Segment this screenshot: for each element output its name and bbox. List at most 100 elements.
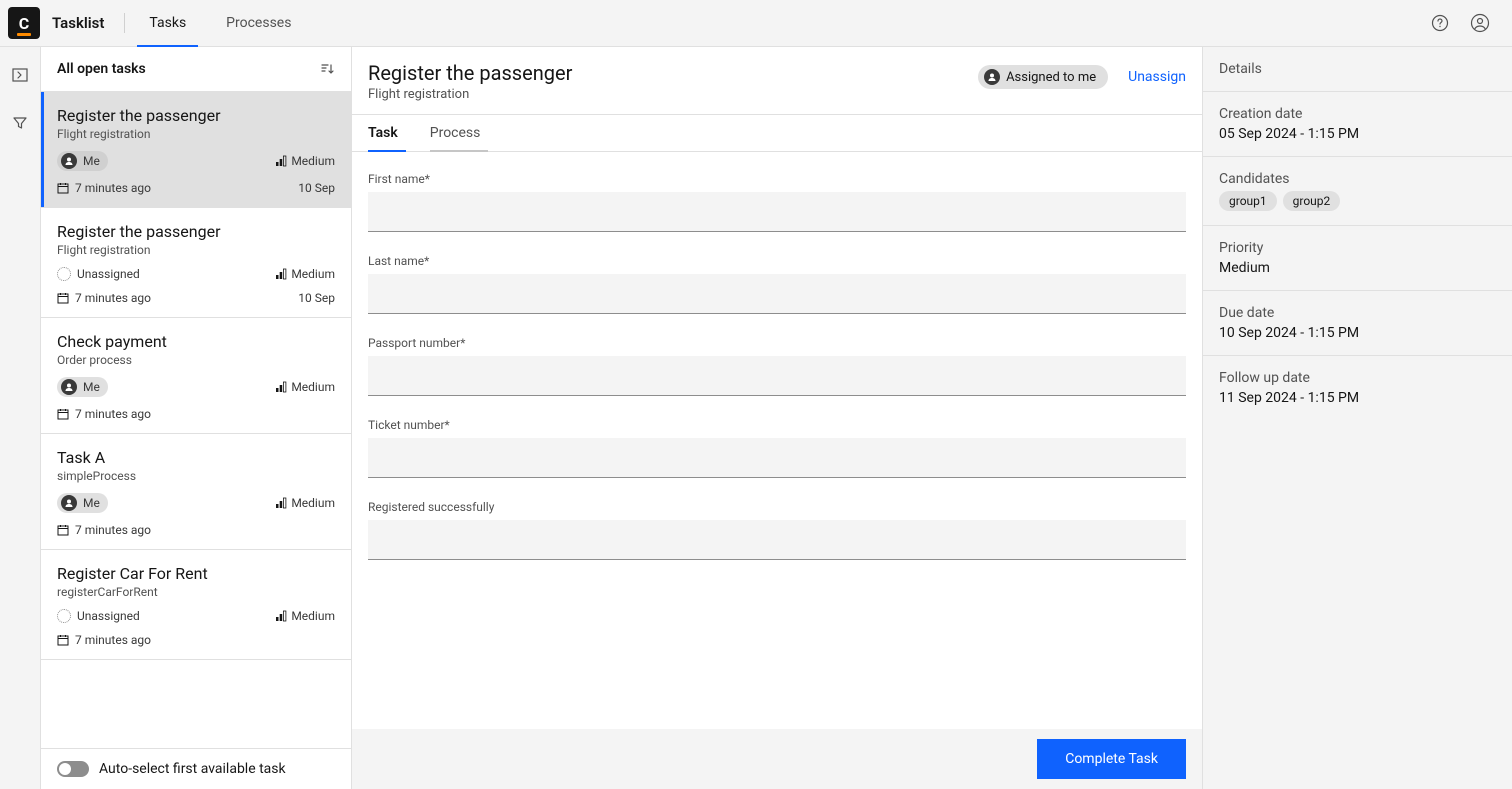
complete-task-button[interactable]: Complete Task (1037, 739, 1186, 779)
task-item-subtitle: Flight registration (57, 127, 335, 141)
task-list-item[interactable]: Register the passenger Flight registrati… (41, 92, 351, 208)
priority-label: Medium (291, 496, 335, 510)
task-subtitle: Flight registration (368, 87, 572, 102)
registered-label: Registered successfully (368, 500, 1186, 514)
app-name: Tasklist (52, 14, 104, 32)
unassigned-icon (57, 609, 71, 623)
due-date-value: 10 Sep 2024 - 1:15 PM (1219, 325, 1496, 341)
autoselect-label: Auto-select first available task (99, 761, 286, 777)
passport-input[interactable] (368, 356, 1186, 396)
bars-icon (275, 268, 287, 280)
candidates-label: Candidates (1219, 171, 1496, 187)
task-item-assignee: Me (57, 151, 108, 171)
first-name-label: First name* (368, 172, 1186, 186)
task-item-subtitle: Flight registration (57, 243, 335, 257)
user-icon (61, 153, 77, 169)
task-item-priority: Medium (275, 609, 335, 623)
creation-date-value: 05 Sep 2024 - 1:15 PM (1219, 126, 1496, 142)
user-icon (61, 379, 77, 395)
assignee-label: Me (83, 496, 100, 510)
calendar-icon (57, 634, 69, 646)
calendar-icon (57, 182, 69, 194)
task-list-panel: All open tasks Register the passenger Fl… (40, 47, 352, 789)
first-name-input[interactable] (368, 192, 1186, 232)
left-rail (0, 47, 40, 789)
task-item-time: 7 minutes ago (57, 407, 151, 421)
bars-icon (275, 610, 287, 622)
task-item-assignee: Me (57, 377, 108, 397)
user-menu-icon[interactable] (1464, 7, 1496, 39)
task-list-item[interactable]: Check payment Order process Me Medium (41, 318, 351, 434)
autoselect-toggle[interactable] (57, 761, 89, 777)
bars-icon (275, 497, 287, 509)
unassign-link[interactable]: Unassign (1128, 69, 1186, 85)
task-item-assignee: Me (57, 493, 108, 513)
task-item-subtitle: registerCarForRent (57, 585, 335, 599)
candidate-chip: group2 (1283, 191, 1341, 211)
task-item-time: 7 minutes ago (57, 523, 151, 537)
task-item-title: Register Car For Rent (57, 564, 335, 583)
time-label: 7 minutes ago (75, 633, 151, 647)
sort-icon[interactable] (319, 61, 335, 77)
task-item-subtitle: simpleProcess (57, 469, 335, 483)
bars-icon (275, 155, 287, 167)
time-label: 7 minutes ago (75, 181, 151, 195)
task-list-item[interactable]: Register the passenger Flight registrati… (41, 208, 351, 318)
ticket-input[interactable] (368, 438, 1186, 478)
priority-label: Medium (291, 154, 335, 168)
registered-input[interactable] (368, 520, 1186, 560)
task-item-title: Register the passenger (57, 106, 335, 125)
task-item-title: Check payment (57, 332, 335, 351)
task-item-date: 10 Sep (298, 291, 335, 305)
user-icon (61, 495, 77, 511)
followup-date-value: 11 Sep 2024 - 1:15 PM (1219, 390, 1496, 406)
unassigned-icon (57, 267, 71, 281)
ticket-label: Ticket number* (368, 418, 1186, 432)
filter-icon[interactable] (8, 111, 32, 135)
task-item-time: 7 minutes ago (57, 181, 151, 195)
divider (124, 13, 125, 33)
creation-date-label: Creation date (1219, 106, 1496, 122)
task-item-title: Task A (57, 448, 335, 467)
task-list-item[interactable]: Task A simpleProcess Me Medium (41, 434, 351, 550)
tab-task[interactable]: Task (368, 115, 414, 151)
details-header: Details (1203, 47, 1512, 92)
assigned-badge: Assigned to me (978, 65, 1108, 89)
task-item-title: Register the passenger (57, 222, 335, 241)
app-header: C Tasklist Tasks Processes (0, 0, 1512, 47)
nav-tab-tasks[interactable]: Tasks (145, 0, 190, 47)
nav-tab-processes[interactable]: Processes (222, 0, 295, 47)
time-label: 7 minutes ago (75, 291, 151, 305)
task-item-time: 7 minutes ago (57, 633, 151, 647)
task-item-priority: Medium (275, 267, 335, 281)
due-date-label: Due date (1219, 305, 1496, 321)
calendar-icon (57, 408, 69, 420)
assignee-label: Me (83, 380, 100, 394)
time-label: 7 minutes ago (75, 407, 151, 421)
priority-label: Medium (291, 609, 335, 623)
task-title: Register the passenger (368, 61, 572, 85)
calendar-icon (57, 292, 69, 304)
task-item-assignee: Unassigned (57, 267, 140, 281)
last-name-label: Last name* (368, 254, 1186, 268)
expand-icon[interactable] (8, 63, 32, 87)
calendar-icon (57, 524, 69, 536)
candidate-chip: group1 (1219, 191, 1277, 211)
priority-label: Priority (1219, 240, 1496, 256)
bars-icon (275, 381, 287, 393)
task-form: First name* Last name* Passport number* … (352, 152, 1202, 729)
task-list-item[interactable]: Register Car For Rent registerCarForRent… (41, 550, 351, 660)
details-panel: Details Creation date 05 Sep 2024 - 1:15… (1202, 47, 1512, 789)
followup-date-label: Follow up date (1219, 370, 1496, 386)
task-item-priority: Medium (275, 496, 335, 510)
priority-label: Medium (291, 380, 335, 394)
passport-label: Passport number* (368, 336, 1186, 350)
task-item-assignee: Unassigned (57, 609, 140, 623)
task-detail-panel: Register the passenger Flight registrati… (352, 47, 1202, 789)
help-icon[interactable] (1424, 7, 1456, 39)
brand-logo: C (8, 7, 40, 39)
tab-process[interactable]: Process (430, 115, 497, 151)
assignee-label: Me (83, 154, 100, 168)
last-name-input[interactable] (368, 274, 1186, 314)
task-item-date: 10 Sep (298, 181, 335, 195)
